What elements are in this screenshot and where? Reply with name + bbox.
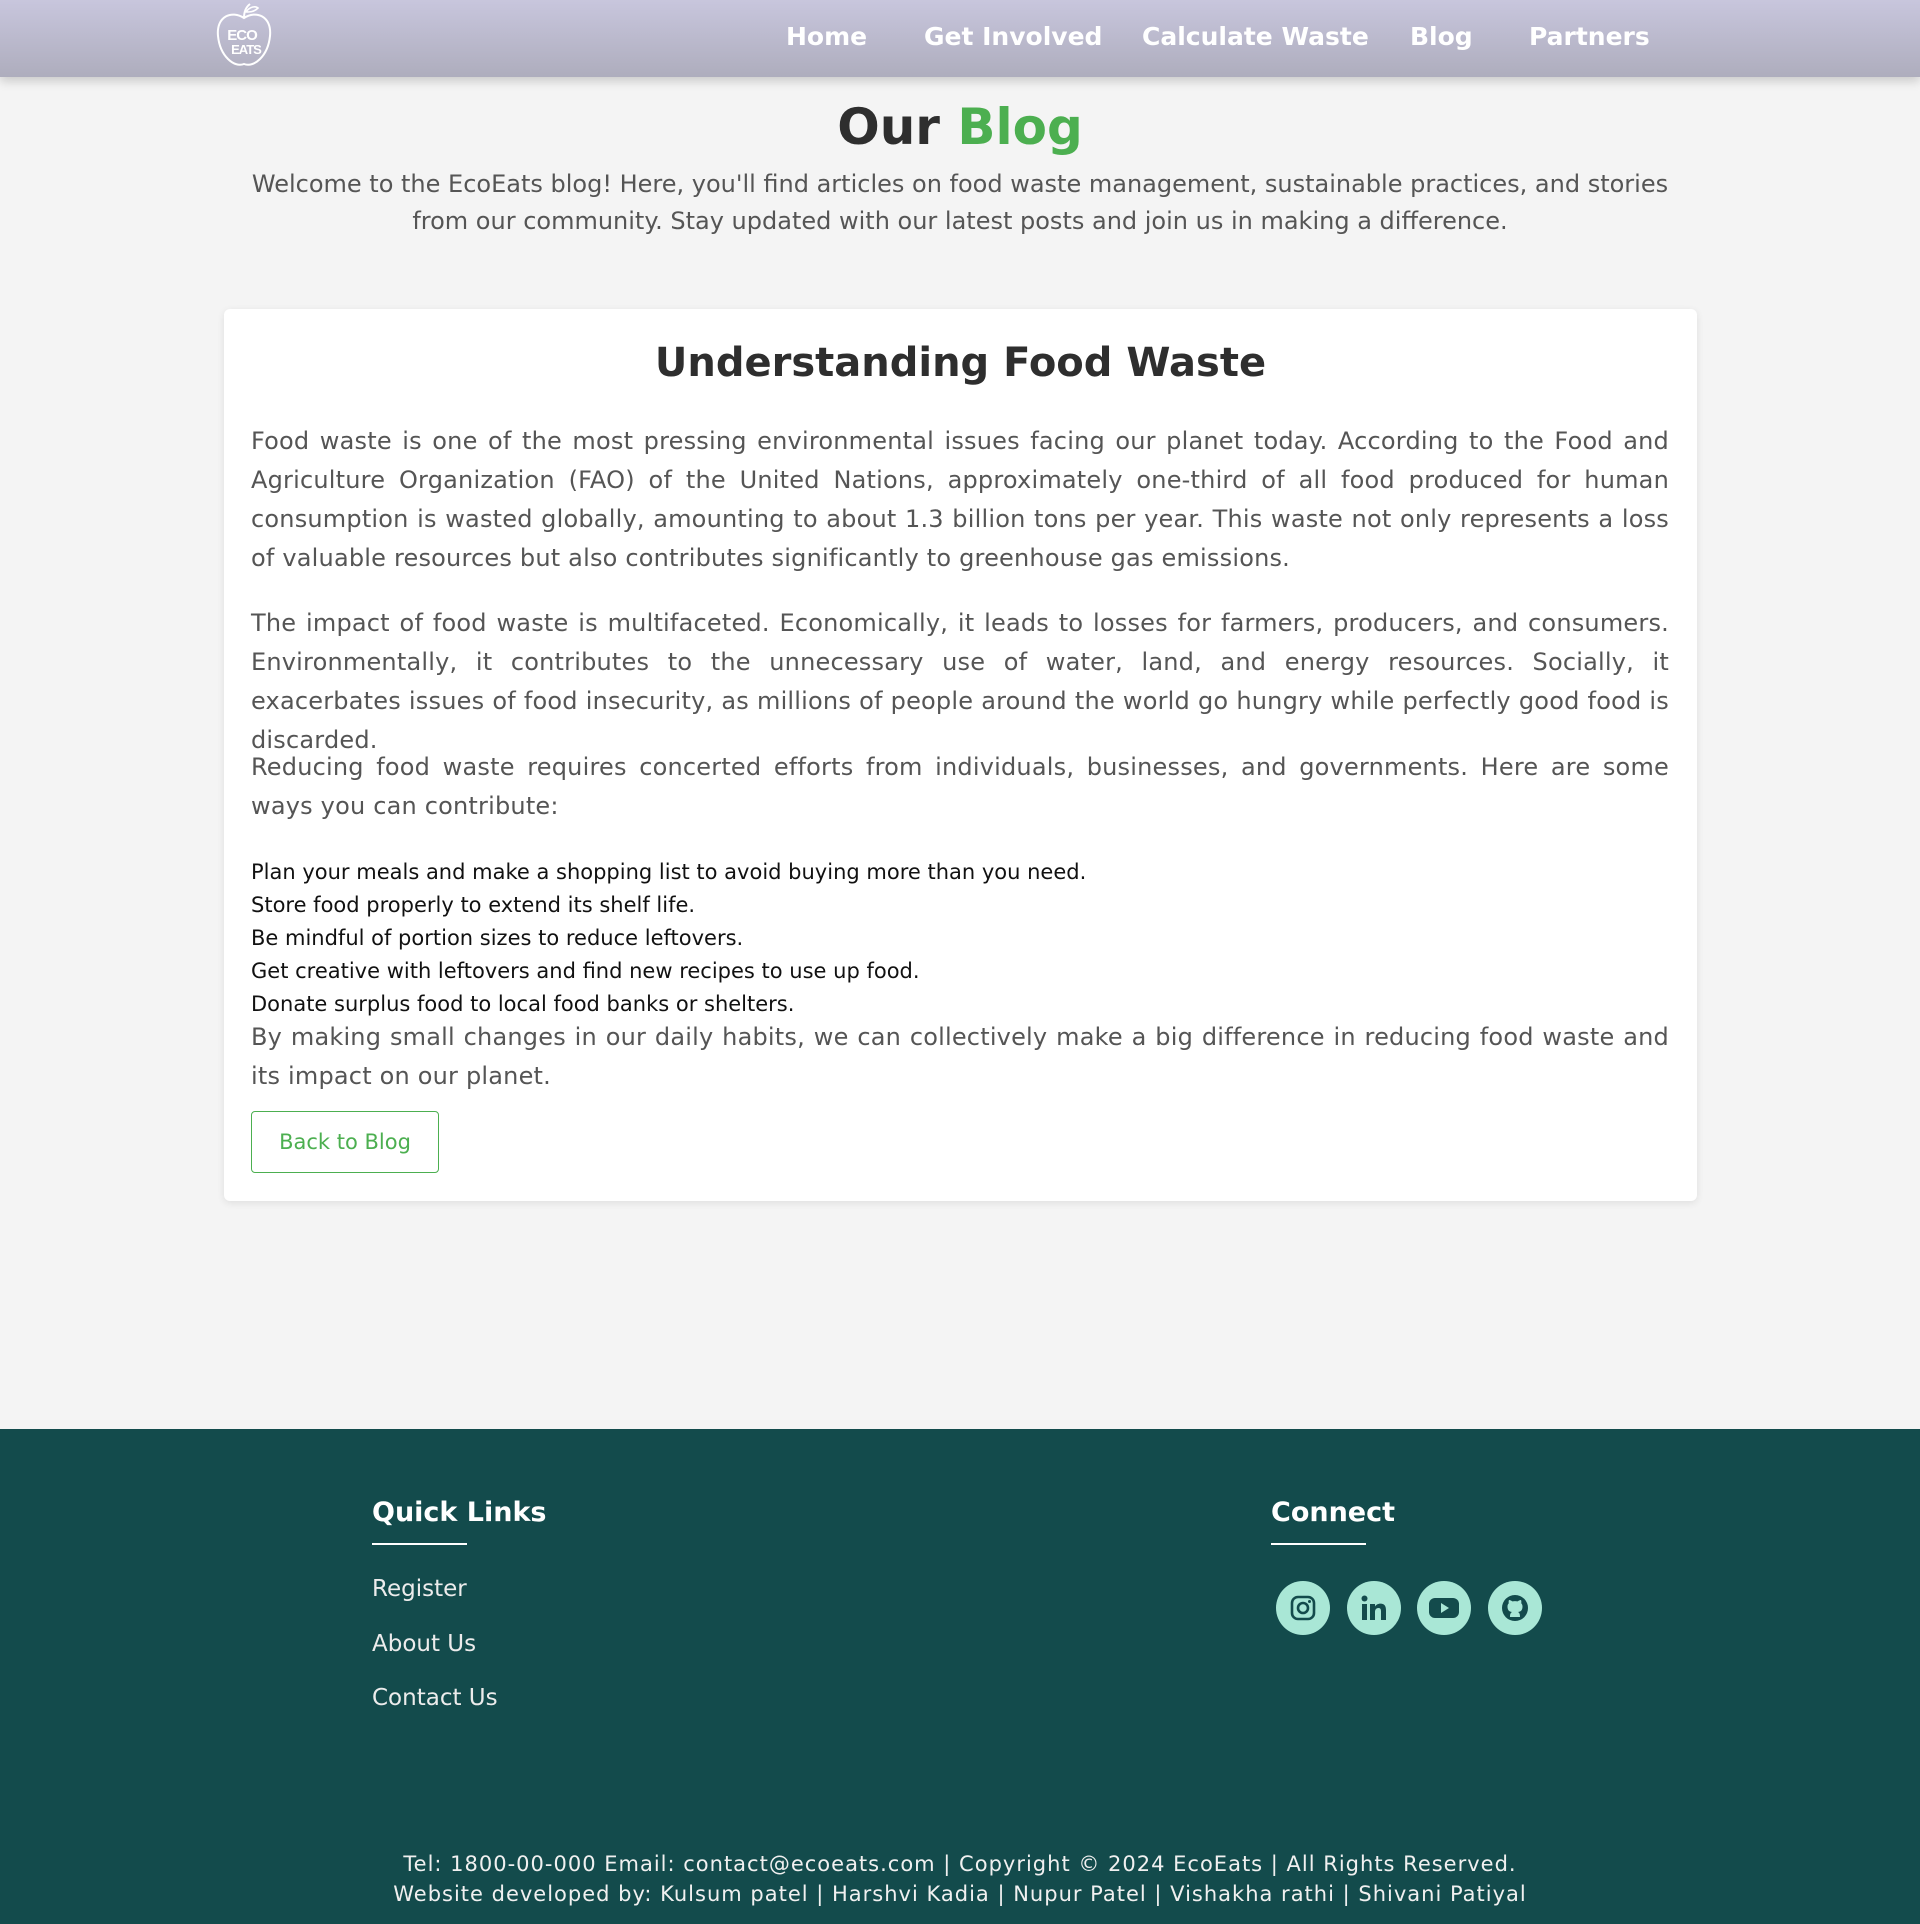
site-footer: Quick Links Register About Us Contact Us…	[0, 1429, 1920, 1924]
nav-partners[interactable]: Partners	[1529, 22, 1650, 51]
quick-links-heading: Quick Links	[372, 1497, 547, 1528]
instagram-icon	[1290, 1595, 1316, 1621]
back-to-blog-button[interactable]: Back to Blog	[251, 1111, 439, 1173]
article-card: Understanding Food Waste Food waste is o…	[224, 309, 1697, 1201]
article-closing: By making small changes in our daily hab…	[251, 1023, 1669, 1090]
article-title: Understanding Food Waste	[654, 340, 1267, 386]
github-icon	[1502, 1595, 1528, 1621]
youtube-link[interactable]	[1417, 1581, 1471, 1635]
quick-links-underline	[372, 1543, 467, 1545]
youtube-icon	[1429, 1598, 1459, 1618]
nav-calculate-waste[interactable]: Calculate Waste	[1142, 22, 1369, 51]
page-title-accent: Blog	[957, 98, 1083, 156]
github-link[interactable]	[1488, 1581, 1542, 1635]
list-item: Get creative with leftovers and find new…	[251, 959, 920, 983]
list-item: Be mindful of portion sizes to reduce le…	[251, 926, 744, 950]
article-paragraph-2: The impact of food waste is multifaceted…	[251, 609, 1669, 754]
footer-credits-line: Website developed by: Kulsum patel | Har…	[393, 1882, 1527, 1906]
article-paragraph-1: Food waste is one of the most pressing e…	[251, 427, 1669, 572]
footer-contact-line: Tel: 1800-00-000 Email: contact@ecoeats.…	[403, 1852, 1517, 1876]
article-paragraph-3: Reducing food waste requires concerted e…	[251, 753, 1669, 820]
main-nav: Home Get Involved Calculate Waste Blog P…	[0, 0, 1920, 77]
list-item: Plan your meals and make a shopping list…	[251, 860, 1087, 884]
linkedin-icon	[1361, 1595, 1386, 1620]
nav-blog[interactable]: Blog	[1410, 22, 1473, 51]
nav-get-involved[interactable]: Get Involved	[924, 22, 1102, 51]
footer-link-contact-us[interactable]: Contact Us	[372, 1685, 498, 1711]
connect-underline	[1271, 1543, 1366, 1545]
footer-link-register[interactable]: Register	[372, 1576, 467, 1602]
list-item: Donate surplus food to local food banks …	[251, 992, 795, 1016]
tips-list: Plan your meals and make a shopping list…	[251, 856, 1669, 1021]
footer-link-about-us[interactable]: About Us	[372, 1631, 476, 1657]
linkedin-link[interactable]	[1347, 1581, 1401, 1635]
list-item: Store food properly to extend its shelf …	[251, 893, 696, 917]
page-title: Our Blog	[0, 98, 1920, 156]
page-title-main: Our	[837, 98, 940, 156]
instagram-link[interactable]	[1276, 1581, 1330, 1635]
blog-intro: Welcome to the EcoEats blog! Here, you'l…	[251, 170, 1669, 235]
connect-heading: Connect	[1271, 1497, 1396, 1528]
nav-home[interactable]: Home	[786, 22, 867, 51]
site-header: ECO EATS Home Get Involved Calculate Was…	[0, 0, 1920, 77]
